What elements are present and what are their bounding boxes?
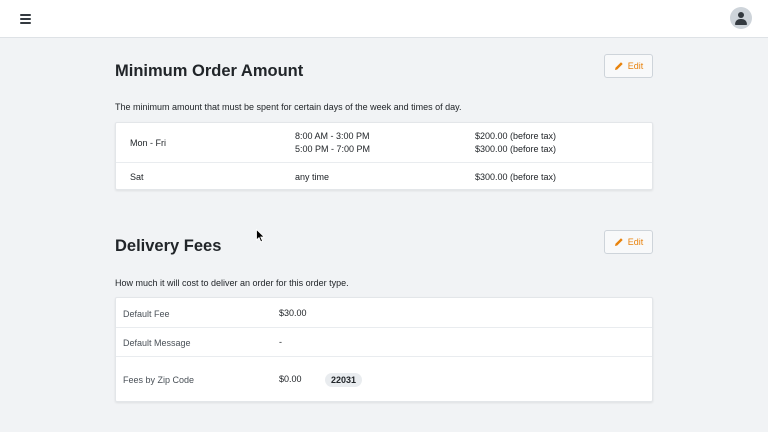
amount-cell: $200.00 (before tax) bbox=[475, 131, 557, 141]
mouse-cursor-icon bbox=[256, 229, 266, 243]
delivery-fees-description: How much it will cost to deliver an orde… bbox=[115, 278, 349, 288]
table-row: Fees by Zip Code $0.00 22031 bbox=[116, 357, 652, 403]
min-order-description: The minimum amount that must be spent fo… bbox=[115, 102, 462, 112]
table-row: Default Fee $30.00 bbox=[116, 298, 652, 328]
delivery-fees-table: Default Fee $30.00 Default Message - Fee… bbox=[115, 297, 653, 402]
fee-label: Fees by Zip Code bbox=[123, 375, 195, 385]
pencil-icon bbox=[614, 62, 623, 70]
edit-button-label: Edit bbox=[627, 61, 644, 71]
user-avatar-icon[interactable] bbox=[730, 7, 752, 29]
time-cell: 5:00 PM - 7:00 PM bbox=[295, 144, 371, 154]
fee-value: - bbox=[279, 337, 282, 347]
min-order-edit-button[interactable]: Edit bbox=[604, 54, 653, 78]
top-app-bar bbox=[0, 0, 768, 38]
time-cell: 8:00 AM - 3:00 PM bbox=[295, 131, 370, 141]
edit-button-label: Edit bbox=[627, 237, 644, 247]
table-row: Mon - Fri 8:00 AM - 3:00 PM 5:00 PM - 7:… bbox=[116, 123, 652, 163]
delivery-fees-edit-button[interactable]: Edit bbox=[604, 230, 653, 254]
fee-label: Default Fee bbox=[123, 309, 170, 319]
delivery-fees-title: Delivery Fees bbox=[115, 237, 222, 255]
min-order-title: Minimum Order Amount bbox=[115, 62, 304, 80]
min-order-table: Mon - Fri 8:00 AM - 3:00 PM 5:00 PM - 7:… bbox=[115, 122, 653, 190]
amount-cell: $300.00 (before tax) bbox=[475, 172, 557, 182]
days-cell: Sat bbox=[130, 172, 144, 182]
fee-value: $0.00 bbox=[279, 374, 302, 384]
time-cell: any time bbox=[295, 172, 330, 182]
table-row: Sat any time $300.00 (before tax) bbox=[116, 163, 652, 191]
hamburger-menu-icon[interactable] bbox=[18, 12, 34, 26]
table-row: Default Message - bbox=[116, 328, 652, 357]
days-cell: Mon - Fri bbox=[130, 138, 166, 148]
pencil-icon bbox=[614, 238, 623, 246]
fee-label: Default Message bbox=[123, 338, 191, 348]
amount-cell: $300.00 (before tax) bbox=[475, 144, 557, 154]
zip-code-chip[interactable]: 22031 bbox=[325, 373, 363, 387]
fee-value: $30.00 bbox=[279, 308, 307, 318]
